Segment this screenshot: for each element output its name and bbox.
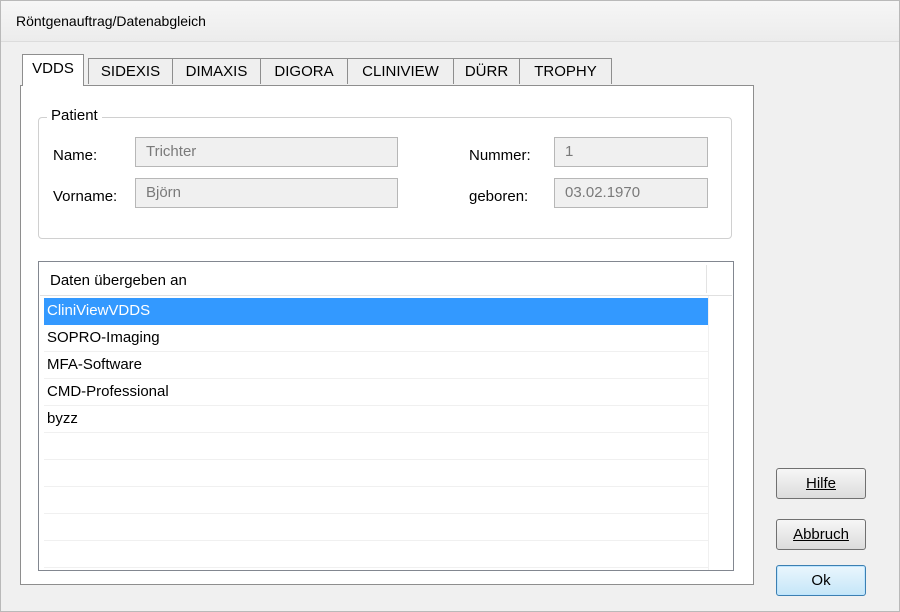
- cancel-label: Abbruch: [793, 526, 849, 543]
- list-item-label: CMD-Professional: [47, 383, 169, 400]
- ok-label: Ok: [811, 572, 831, 589]
- target-listbox[interactable]: Daten übergeben an CliniViewVDDS SOPRO-I…: [38, 261, 734, 571]
- cancel-button[interactable]: Abbruch: [776, 519, 866, 550]
- list-header[interactable]: Daten übergeben an: [40, 263, 732, 296]
- list-empty-row: [44, 460, 709, 487]
- title-bar[interactable]: Röntgenauftrag/Datenabgleich: [1, 1, 899, 42]
- tab-sidexis[interactable]: SIDEXIS: [88, 58, 173, 84]
- list-item-label: byzz: [47, 410, 78, 427]
- tab-trophy[interactable]: TROPHY: [519, 58, 612, 84]
- list-item[interactable]: byzz: [44, 406, 709, 433]
- vorname-field[interactable]: Björn: [135, 178, 398, 208]
- list-empty-row: [44, 487, 709, 514]
- list-item[interactable]: MFA-Software: [44, 352, 709, 379]
- vorname-label: Vorname:: [53, 188, 118, 205]
- list-item-label: MFA-Software: [47, 356, 143, 373]
- name-label: Name:: [53, 147, 98, 164]
- list-empty-row: [44, 541, 709, 568]
- list-item-label: CliniViewVDDS: [47, 302, 151, 319]
- ok-button[interactable]: Ok: [776, 565, 866, 596]
- tab-duerr[interactable]: DÜRR: [453, 58, 520, 84]
- name-field[interactable]: Trichter: [135, 137, 398, 167]
- column-gridline: [708, 296, 709, 570]
- nummer-field[interactable]: 1: [554, 137, 708, 167]
- geboren-field[interactable]: 03.02.1970: [554, 178, 708, 208]
- patient-group-title: Patient: [47, 107, 102, 124]
- window-title: Röntgenauftrag/Datenabgleich: [16, 13, 206, 29]
- list-empty-row: [44, 514, 709, 541]
- list-item[interactable]: SOPRO-Imaging: [44, 325, 709, 352]
- tab-digora[interactable]: DIGORA: [260, 58, 348, 84]
- tab-cliniview[interactable]: CLINIVIEW: [347, 58, 454, 84]
- list-item[interactable]: CliniViewVDDS: [44, 298, 709, 325]
- column-header-target[interactable]: Daten übergeben an: [50, 272, 187, 289]
- list-empty-row: [44, 433, 709, 460]
- column-divider[interactable]: [706, 265, 707, 293]
- dialog-window: Röntgenauftrag/Datenabgleich VDDS SIDEXI…: [0, 0, 900, 612]
- list-item-label: SOPRO-Imaging: [47, 329, 160, 346]
- list-item[interactable]: CMD-Professional: [44, 379, 709, 406]
- help-label: Hilfe: [805, 475, 836, 492]
- help-button[interactable]: Hilfe: [776, 468, 866, 499]
- nummer-label: Nummer:: [469, 147, 531, 164]
- geboren-label: geboren:: [469, 188, 529, 205]
- tab-dimaxis[interactable]: DIMAXIS: [172, 58, 261, 84]
- tab-vdds[interactable]: VDDS: [22, 54, 84, 86]
